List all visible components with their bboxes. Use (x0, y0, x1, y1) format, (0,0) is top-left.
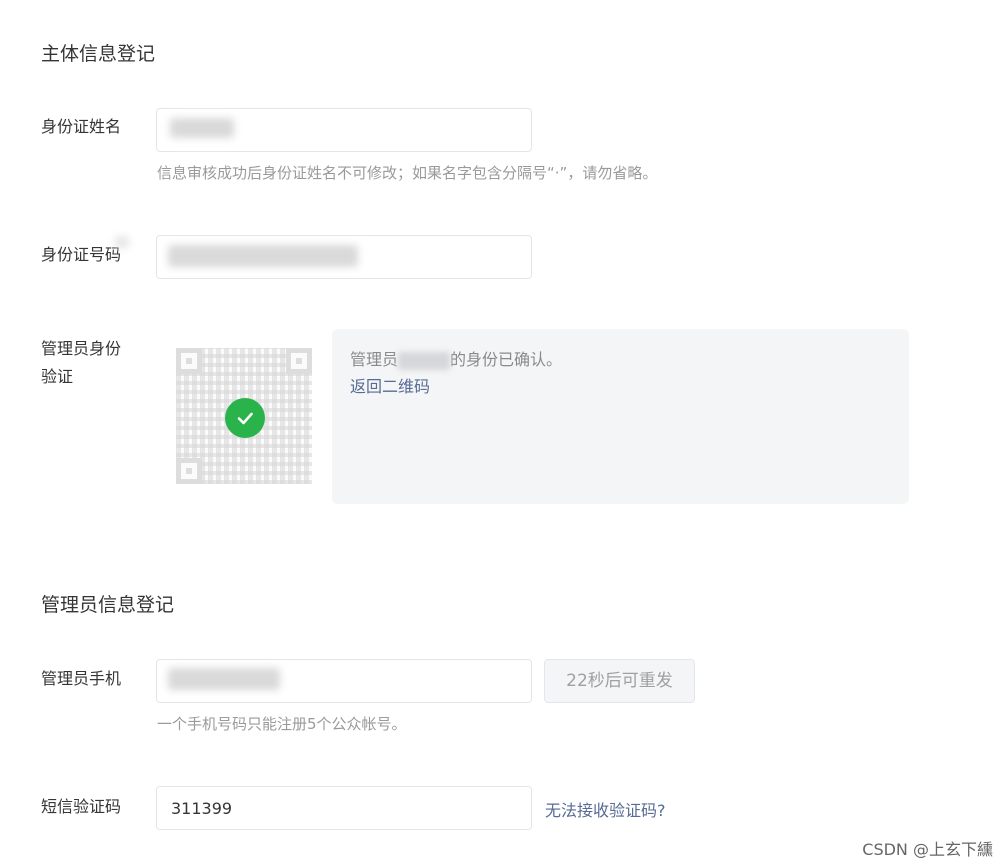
admin-verify-label-line2: 验证 (41, 367, 74, 386)
redacted-id-mask (168, 245, 358, 267)
verification-status-text: 管理员 的身份已确认。 (350, 346, 562, 370)
redacted-admin-name-mask (398, 351, 451, 370)
admin-verify-label-line1: 管理员身份 (41, 339, 122, 358)
id-number-label: 身份证号码 (41, 245, 122, 264)
verification-status-suffix: 的身份已确认。 (450, 350, 563, 369)
redacted-id-mask-edge (115, 236, 129, 248)
admin-phone-label: 管理员手机 (41, 669, 122, 688)
id-name-hint: 信息审核成功后身份证姓名不可修改；如果名字包含分隔号“·”，请勿省略。 (157, 164, 658, 182)
redacted-phone-mask (168, 668, 280, 690)
cannot-receive-code-link[interactable]: 无法接收验证码? (545, 797, 666, 821)
admin-section-title: 管理员信息登记 (41, 594, 175, 616)
csdn-watermark: CSDN @上玄下纁 (862, 840, 993, 859)
admin-phone-hint: 一个手机号码只能注册5个公众帐号。 (157, 715, 407, 733)
resend-code-button[interactable]: 22秒后可重发 (544, 659, 695, 703)
entity-section-title: 主体信息登记 (41, 43, 156, 65)
redacted-name-mask (170, 118, 234, 138)
sms-code-label: 短信验证码 (41, 797, 122, 816)
back-to-qr-link[interactable]: 返回二维码 (350, 373, 430, 397)
check-circle-icon (225, 398, 265, 438)
verification-status-prefix: 管理员 (350, 350, 399, 369)
sms-code-input[interactable] (156, 786, 532, 830)
id-name-label: 身份证姓名 (41, 117, 122, 136)
